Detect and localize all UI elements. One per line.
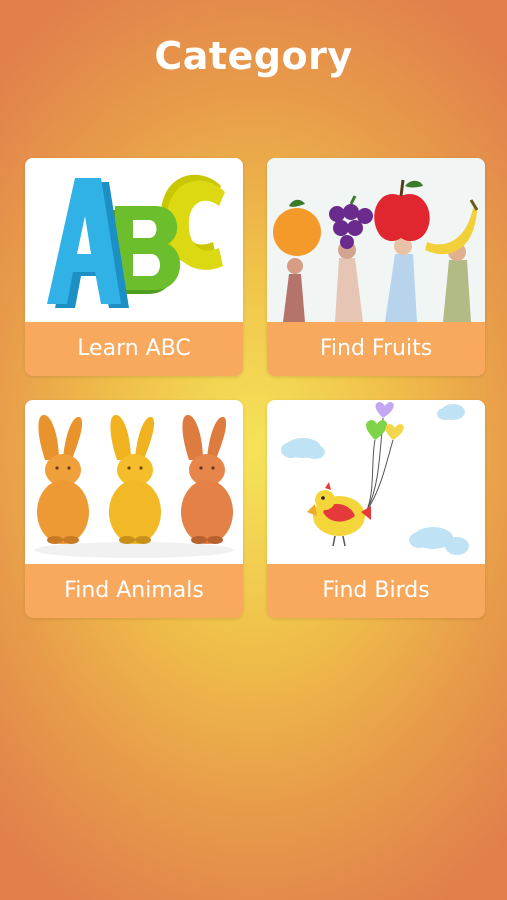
category-grid: Learn ABC Find Fruits Find Animals Find … (25, 158, 485, 618)
abc-blocks-icon (25, 158, 243, 322)
category-label: Find Birds (267, 564, 485, 618)
fruits-icon (267, 158, 485, 322)
bird-balloons-icon (267, 400, 485, 564)
category-card-find-birds[interactable]: Find Birds (267, 400, 485, 618)
category-label: Learn ABC (25, 322, 243, 376)
category-card-find-animals[interactable]: Find Animals (25, 400, 243, 618)
category-card-find-fruits[interactable]: Find Fruits (267, 158, 485, 376)
category-label: Find Animals (25, 564, 243, 618)
rabbits-icon (25, 400, 243, 564)
page-title: Category (154, 34, 353, 78)
category-card-learn-abc[interactable]: Learn ABC (25, 158, 243, 376)
category-label: Find Fruits (267, 322, 485, 376)
